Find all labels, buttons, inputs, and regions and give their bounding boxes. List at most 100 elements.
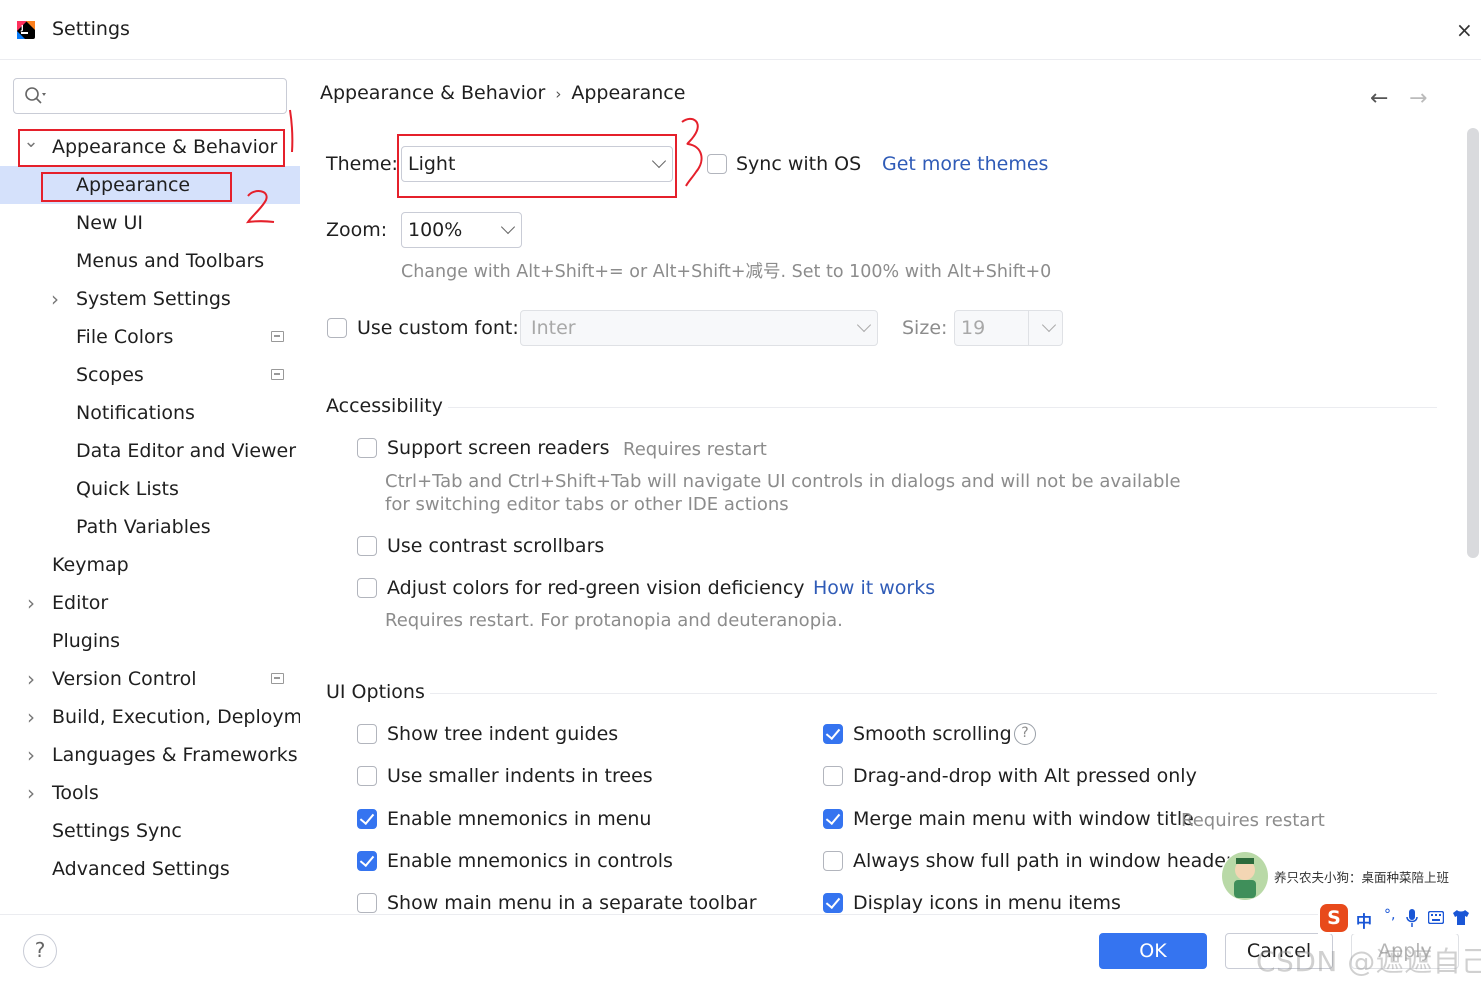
sidebar-item-menus-and-toolbars[interactable]: Menus and Toolbars	[0, 242, 300, 280]
sidebar-item-keymap[interactable]: Keymap	[0, 546, 300, 584]
enable-mnemonics-in-controls-label: Enable mnemonics in controls	[387, 850, 673, 872]
annotation-box-1	[18, 129, 285, 167]
chat-widget-text: 养只农夫小狗：桌面种菜陪上班	[1274, 870, 1450, 885]
get-more-themes-link[interactable]: Get more themes	[882, 153, 1048, 175]
use-smaller-indents-in-trees-checkbox[interactable]	[357, 766, 377, 786]
accessibility-section-title: Accessibility	[326, 395, 443, 417]
contrast-scrollbars-checkbox[interactable]	[357, 536, 377, 556]
ime-language-label: 中	[1356, 912, 1373, 931]
chevron-right-icon[interactable]: ›	[47, 280, 63, 318]
sidebar-item-label: Settings Sync	[52, 820, 182, 842]
sidebar-item-label: New UI	[76, 212, 143, 234]
sidebar-item-plugins[interactable]: Plugins	[0, 622, 300, 660]
show-main-menu-in-a-separate-toolbar-label: Show main menu in a separate toolbar	[387, 892, 757, 914]
always-show-full-path-in-window-header-label: Always show full path in window header	[853, 850, 1234, 872]
app-logo-icon: J	[17, 21, 35, 39]
sidebar-item-label: Build, Execution, Deployment	[52, 706, 300, 728]
sync-with-os-label: Sync with OS	[736, 153, 862, 175]
settings-search-input[interactable]	[13, 78, 287, 114]
ime-toolbar[interactable]: S 中 °,	[1318, 904, 1481, 934]
annotation-box-3	[397, 134, 677, 198]
font-dropdown: Inter	[520, 310, 878, 346]
how-it-works-link[interactable]: How it works	[813, 577, 935, 599]
annotation-mark-2	[245, 190, 275, 224]
enable-mnemonics-in-menu-checkbox[interactable]	[357, 809, 377, 829]
help-button[interactable]: ?	[23, 934, 57, 968]
ok-button[interactable]: OK	[1099, 933, 1207, 969]
custom-font-label: Use custom font:	[357, 317, 519, 339]
show-main-menu-in-a-separate-toolbar-checkbox[interactable]	[357, 893, 377, 913]
chevron-right-icon[interactable]: ›	[23, 736, 39, 774]
sync-with-os-checkbox[interactable]	[707, 154, 727, 174]
breadcrumb-parent[interactable]: Appearance & Behavior	[320, 82, 545, 104]
screen-readers-desc-2: for switching editor tabs or other IDE a…	[385, 494, 789, 515]
contrast-scrollbars-label: Use contrast scrollbars	[387, 535, 605, 557]
sidebar-item-scopes[interactable]: Scopes	[0, 356, 300, 394]
skin-shirt-icon	[1453, 910, 1469, 925]
screen-readers-checkbox[interactable]	[357, 438, 377, 458]
font-value: Inter	[531, 317, 576, 339]
sidebar-item-system-settings[interactable]: › System Settings	[0, 280, 300, 318]
chevron-right-icon[interactable]: ›	[23, 584, 39, 622]
svg-text:J: J	[20, 24, 24, 32]
display-icons-in-menu-items-checkbox[interactable]	[823, 893, 843, 913]
sidebar-item-notifications[interactable]: Notifications	[0, 394, 300, 432]
sidebar-item-build-execution-deployment[interactable]: › Build, Execution, Deployment	[0, 698, 300, 736]
annotation-mark-3	[681, 117, 703, 187]
chevron-right-icon[interactable]: ›	[23, 660, 39, 698]
enable-mnemonics-in-menu-label: Enable mnemonics in menu	[387, 808, 652, 830]
merge-main-menu-with-window-title-note: Requires restart	[1181, 810, 1325, 831]
sidebar-item-editor[interactable]: › Editor	[0, 584, 300, 622]
chevron-down-icon	[856, 317, 872, 333]
breadcrumb-separator: ›	[555, 85, 562, 103]
enable-mnemonics-in-controls-checkbox[interactable]	[357, 851, 377, 871]
sidebar-item-data-editor-and-viewer[interactable]: Data Editor and Viewer	[0, 432, 300, 470]
scrollbar-thumb[interactable]	[1467, 128, 1479, 558]
color-deficiency-checkbox[interactable]	[357, 578, 377, 598]
close-icon[interactable]: ×	[1456, 18, 1473, 42]
smooth-scrolling-label: Smooth scrolling	[853, 723, 1012, 745]
chevron-right-icon[interactable]: ›	[23, 698, 39, 736]
theme-label: Theme:	[326, 153, 398, 175]
breadcrumb-current: Appearance	[571, 82, 686, 104]
sidebar-item-tools[interactable]: › Tools	[0, 774, 300, 812]
sidebar-item-advanced-settings[interactable]: Advanced Settings	[0, 850, 300, 888]
sidebar-item-label: Notifications	[76, 402, 195, 424]
font-size-label: Size:	[902, 317, 948, 339]
smooth-scrolling-checkbox[interactable]	[823, 724, 843, 744]
sidebar-item-version-control[interactable]: › Version Control	[0, 660, 300, 698]
annotation-mark-1	[289, 109, 294, 153]
sidebar-item-settings-sync[interactable]: Settings Sync	[0, 812, 300, 850]
show-tree-indent-guides-checkbox[interactable]	[357, 724, 377, 744]
help-icon[interactable]: ?	[1014, 723, 1036, 745]
ime-logo-icon: S	[1320, 904, 1348, 932]
drag-and-drop-with-alt-pressed-only-checkbox[interactable]	[823, 766, 843, 786]
annotation-box-2	[41, 172, 232, 202]
chevron-right-icon[interactable]: ›	[23, 774, 39, 812]
zoom-hint: Change with Alt+Shift+= or Alt+Shift+减号.…	[401, 262, 1052, 282]
sidebar-item-path-variables[interactable]: Path Variables	[0, 508, 300, 546]
merge-main-menu-with-window-title-checkbox[interactable]	[823, 809, 843, 829]
sidebar-item-label: Plugins	[52, 630, 121, 652]
color-deficiency-label: Adjust colors for red-green vision defic…	[387, 577, 805, 599]
sidebar-item-label: Editor	[52, 592, 109, 614]
forward-arrow-icon: →	[1409, 86, 1428, 111]
sidebar-item-quick-lists[interactable]: Quick Lists	[0, 470, 300, 508]
sidebar-item-languages-frameworks[interactable]: › Languages & Frameworks	[0, 736, 300, 774]
keyboard-icon	[1428, 911, 1444, 924]
sidebar-item-file-colors[interactable]: File Colors	[0, 318, 300, 356]
custom-font-checkbox[interactable]	[327, 318, 347, 338]
zoom-dropdown[interactable]: 100%	[401, 212, 522, 248]
project-scope-icon	[271, 369, 284, 380]
zoom-label: Zoom:	[326, 219, 388, 241]
sidebar-item-label: Menus and Toolbars	[76, 250, 265, 272]
section-divider	[430, 693, 1437, 694]
sidebar-item-label: Advanced Settings	[52, 858, 230, 880]
always-show-full-path-in-window-header-checkbox[interactable]	[823, 851, 843, 871]
ui-options-section-title: UI Options	[326, 681, 425, 703]
show-tree-indent-guides-label: Show tree indent guides	[387, 723, 619, 745]
avatar[interactable]	[1222, 852, 1268, 900]
search-icon	[25, 87, 46, 104]
font-size-dropdown: 19	[954, 310, 1063, 346]
back-arrow-icon[interactable]: ←	[1370, 86, 1388, 111]
